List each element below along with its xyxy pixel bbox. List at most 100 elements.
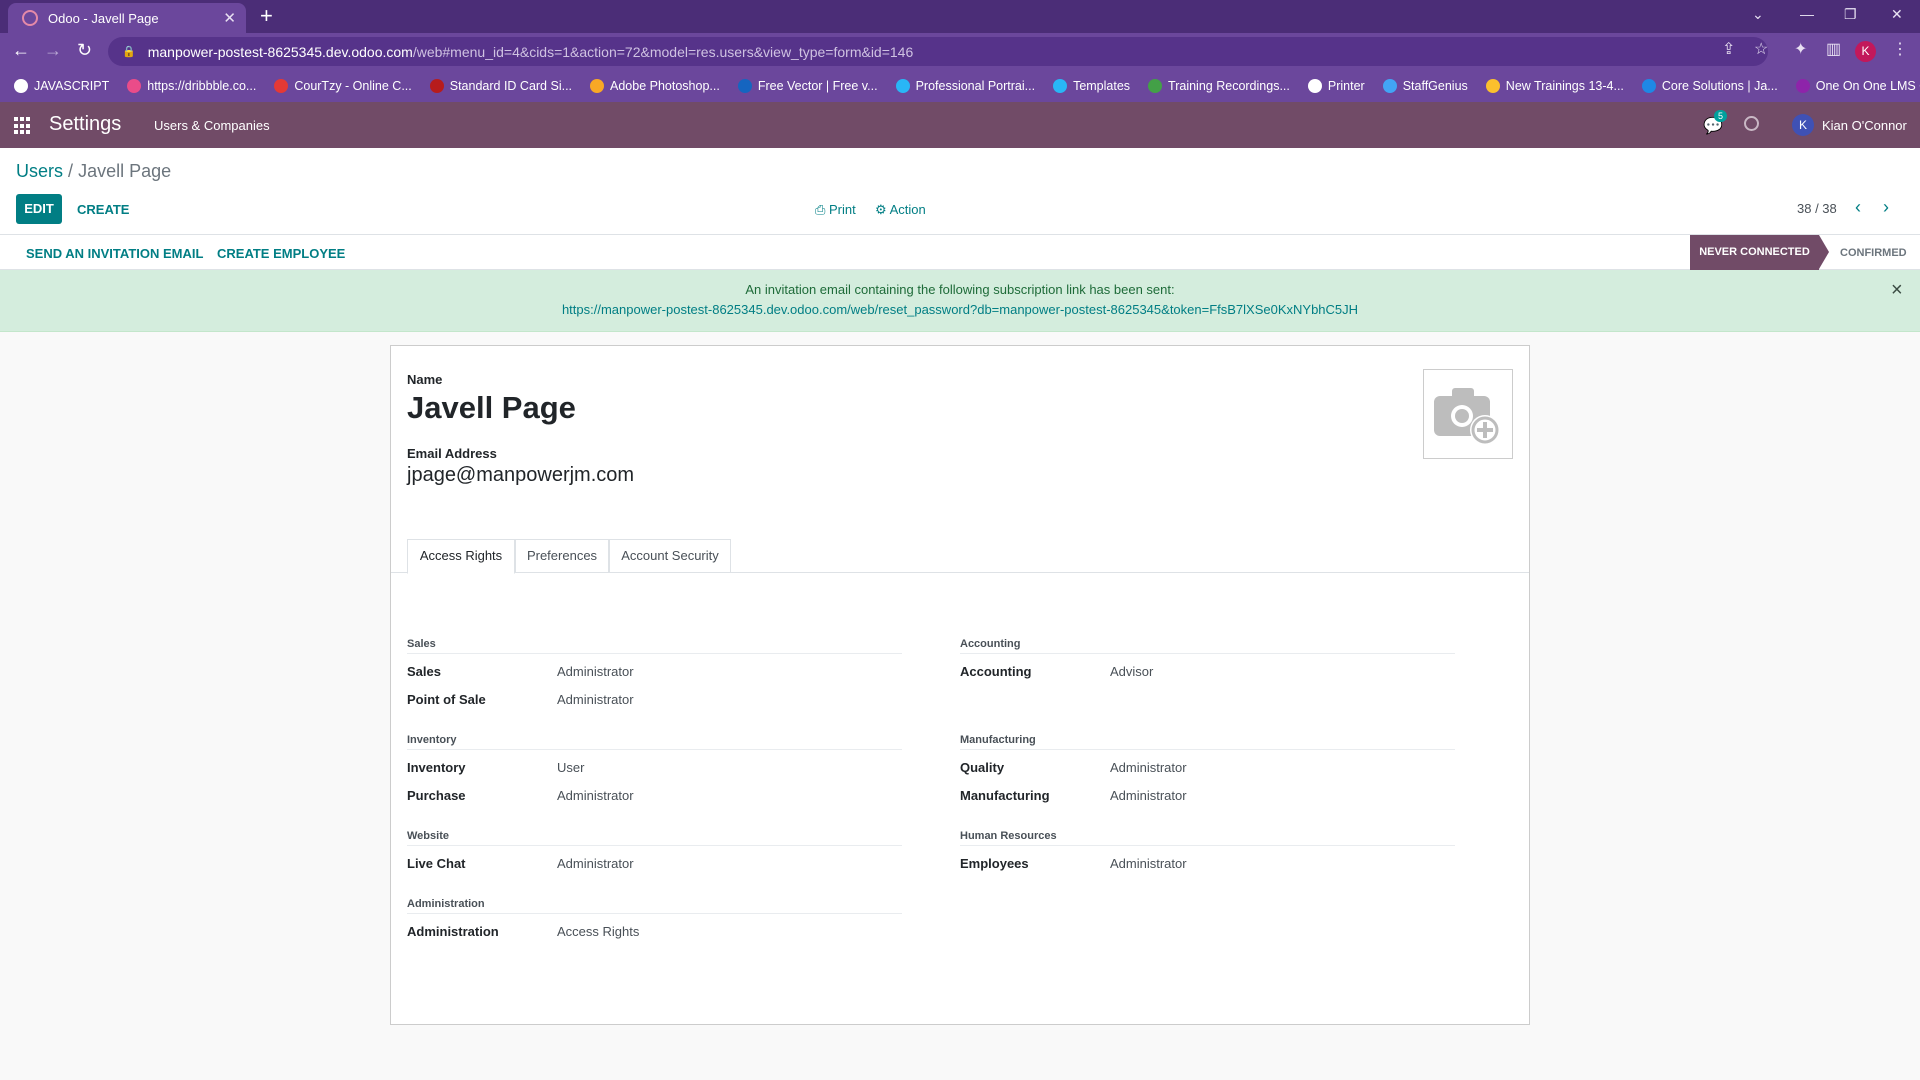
field-label-manufacturing: Manufacturing — [960, 788, 1050, 803]
menu-users-companies[interactable]: Users & Companies — [154, 118, 270, 133]
field-value-sales: Administrator — [557, 664, 634, 679]
breadcrumb-users[interactable]: Users — [16, 161, 63, 181]
tab-access-rights[interactable]: Access Rights — [407, 539, 515, 574]
email-value: jpage@manpowerjm.com — [407, 464, 635, 486]
url-field[interactable]: 🔒 manpower-postest-8625345.dev.odoo.com /… — [108, 37, 1768, 66]
name-value: Javell Page — [407, 390, 576, 425]
bookmark-item[interactable]: StaffGenius — [1382, 79, 1468, 93]
staffgenius-icon — [1382, 79, 1397, 93]
bookmark-item[interactable]: Training Recordings... — [1148, 79, 1290, 93]
address-bar-row: ← → ↻ 🔒 manpower-postest-8625345.dev.odo… — [0, 33, 1920, 70]
action-button[interactable]: ⚙ Action — [875, 202, 926, 218]
pager-next-icon[interactable]: › — [1883, 197, 1889, 218]
browser-tab-title: Odoo - Javell Page — [48, 10, 159, 26]
new-tab-icon[interactable]: + — [260, 4, 273, 28]
group-divider — [407, 749, 902, 750]
tab-search-icon[interactable]: ⌄ — [1752, 6, 1764, 23]
tab-preferences[interactable]: Preferences — [515, 539, 609, 573]
group-title-website: Website — [407, 830, 449, 842]
photoshop-icon — [590, 79, 605, 93]
stage-never-connected: NEVER CONNECTED — [1690, 235, 1819, 270]
bookmark-item[interactable]: Adobe Photoshop... — [590, 79, 720, 93]
back-icon[interactable]: ← — [12, 40, 30, 61]
user-name[interactable]: Kian O'Connor — [1822, 118, 1907, 133]
globe-icon — [14, 79, 28, 93]
field-value-live-chat: Administrator — [557, 856, 634, 871]
group-divider — [407, 653, 902, 654]
group-divider — [960, 749, 1455, 750]
bookmark-item[interactable]: CourTzy - Online C... — [274, 79, 412, 93]
field-value-purchase: Administrator — [557, 788, 634, 803]
minimize-icon[interactable]: — — [1800, 6, 1814, 22]
avatar-upload[interactable] — [1423, 369, 1513, 459]
bookmark-item[interactable]: Printer — [1307, 79, 1365, 93]
lms-icon — [1795, 79, 1810, 93]
gear-icon: ⚙ — [875, 202, 890, 217]
apps-menu-icon[interactable] — [14, 117, 32, 135]
group-title-human-resources: Human Resources — [960, 830, 1057, 842]
reload-icon[interactable]: ↻ — [77, 40, 92, 61]
close-tab-icon[interactable]: ✕ — [223, 9, 236, 27]
browser-tab[interactable]: Odoo - Javell Page ✕ — [8, 3, 246, 33]
bookmark-item[interactable]: https://dribbble.co... — [127, 79, 256, 93]
app-name[interactable]: Settings — [49, 113, 121, 136]
field-value-accounting: Advisor — [1110, 664, 1154, 679]
bookmark-item[interactable]: New Trainings 13-4... — [1485, 79, 1624, 93]
field-value-quality: Administrator — [1110, 760, 1187, 775]
forward-icon[interactable]: → — [44, 40, 62, 61]
email-label: Email Address — [407, 446, 497, 461]
create-button[interactable]: CREATE — [77, 202, 129, 217]
stage-arrow — [1819, 235, 1829, 269]
bookmark-item[interactable]: One On One LMS O... — [1795, 79, 1920, 93]
close-icon[interactable]: × — [1891, 279, 1903, 302]
group-divider — [960, 653, 1455, 654]
group-title-inventory: Inventory — [407, 734, 457, 746]
pager-value[interactable]: 38 / 38 — [1797, 201, 1837, 216]
core-solutions-icon — [1641, 79, 1656, 93]
edit-button[interactable]: EDIT — [16, 194, 62, 224]
lock-icon: 🔒 — [122, 46, 136, 58]
alert-link[interactable]: https://manpower-postest-8625345.dev.odo… — [0, 302, 1920, 317]
bookmark-item[interactable]: Professional Portrai... — [895, 79, 1035, 93]
bookmark-item[interactable]: Standard ID Card Si... — [429, 79, 572, 93]
globe-icon — [1307, 79, 1322, 93]
side-panel-icon[interactable]: ▥ — [1826, 39, 1841, 59]
bookmark-item[interactable]: JAVASCRIPT — [14, 79, 109, 93]
group-title-manufacturing: Manufacturing — [960, 734, 1036, 746]
browser-menu-icon[interactable]: ⋮ — [1892, 39, 1908, 59]
profile-avatar[interactable]: K — [1855, 41, 1876, 62]
activity-clock-icon[interactable] — [1744, 116, 1759, 131]
group-title-sales: Sales — [407, 638, 436, 650]
notebook-tabs: Access Rights Preferences Account Securi… — [391, 539, 1529, 574]
bookmark-item[interactable]: Core Solutions | Ja... — [1641, 79, 1778, 93]
group-title-administration: Administration — [407, 898, 485, 910]
canva-icon — [895, 79, 910, 93]
field-value-inventory: User — [557, 760, 585, 775]
bookmark-item[interactable]: Free Vector | Free v... — [737, 79, 878, 93]
restore-icon[interactable]: ❐ — [1844, 6, 1857, 23]
group-divider — [407, 845, 902, 846]
dribbble-icon — [127, 79, 142, 93]
user-avatar[interactable]: K — [1792, 114, 1814, 136]
create-employee-button[interactable]: CREATE EMPLOYEE — [217, 246, 345, 261]
field-label-point-of-sale: Point of Sale — [407, 692, 486, 707]
drive-icon — [1148, 79, 1163, 93]
print-icon: ⎙ — [815, 202, 830, 217]
bookmark-item[interactable]: Templates — [1053, 79, 1130, 93]
url-host: manpower-postest-8625345.dev.odoo.com — [147, 43, 413, 60]
control-panel: Users / Javell Page EDIT CREATE ⎙ Print … — [0, 148, 1920, 235]
field-label-live-chat: Live Chat — [407, 856, 466, 871]
print-button[interactable]: ⎙ Print — [815, 202, 856, 218]
idcard-icon — [429, 79, 444, 93]
bookmark-star-icon[interactable]: ☆ — [1754, 39, 1768, 59]
field-value-administration: Access Rights — [557, 924, 640, 939]
share-icon[interactable]: ⇪ — [1722, 39, 1735, 59]
send-invitation-button[interactable]: SEND AN INVITATION EMAIL — [26, 246, 203, 261]
breadcrumb-separator: / — [68, 161, 74, 181]
pager-previous-icon[interactable]: ‹ — [1855, 197, 1861, 218]
close-window-icon[interactable]: ✕ — [1891, 6, 1903, 23]
group-divider — [960, 845, 1455, 846]
extensions-icon[interactable]: ✦ — [1794, 39, 1807, 59]
form-statusbar: SEND AN INVITATION EMAIL CREATE EMPLOYEE… — [0, 235, 1920, 270]
tab-account-security[interactable]: Account Security — [609, 539, 731, 573]
